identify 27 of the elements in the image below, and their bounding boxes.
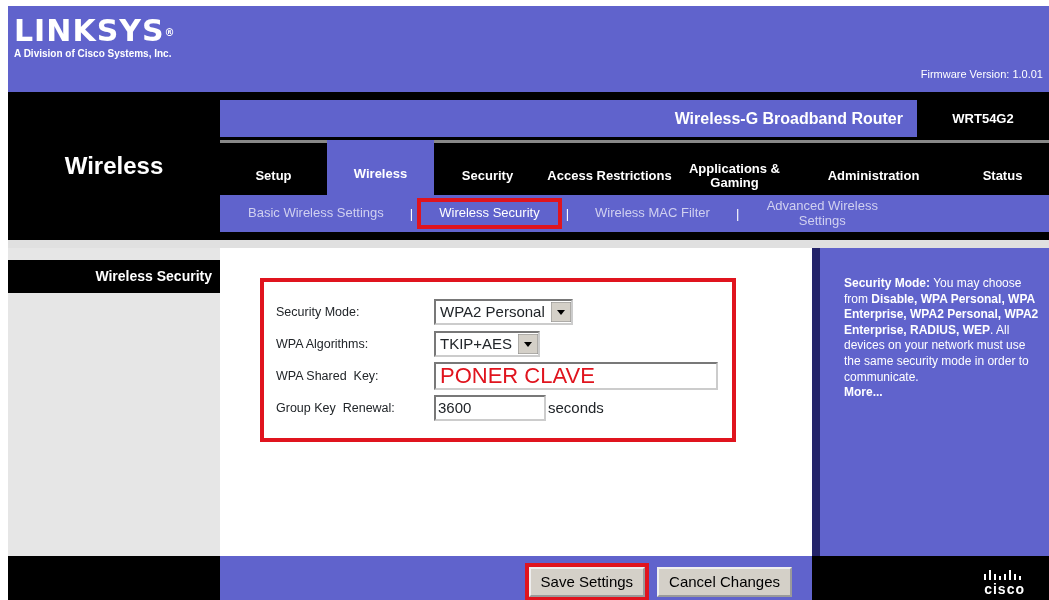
select-field[interactable]: WPA2 Personal	[434, 299, 573, 325]
section-title: Wireless	[63, 151, 165, 181]
unit-label: seconds	[548, 397, 604, 418]
firmware-version: Firmware Version: 1.0.01	[920, 66, 1043, 82]
renewal-input[interactable]: 3600	[434, 395, 546, 421]
linksys-logo: LINKSYS$^{®}$	[14, 16, 176, 46]
field-label: WPA Algorithms:	[276, 335, 370, 353]
tagline: A Division of Cisco Systems, Inc.	[14, 47, 173, 61]
help-text: Security Mode: You may choose from Disable, WPA Personal, WPA Enterprise, WPA2 Personal, WPA2 Enterprise, RADIUS, WEP. All devices on your network must use the same security mode in order to communicate.	[844, 276, 1039, 386]
dropdown-arrow-icon[interactable]	[550, 302, 571, 322]
field-label: Security Mode:	[276, 303, 361, 321]
cisco-logo: cisco	[984, 582, 1025, 596]
field-label: WPA Shared Key:	[276, 367, 380, 385]
separator: |	[735, 204, 740, 223]
dropdown-arrow-icon[interactable]	[518, 334, 539, 354]
more-link[interactable]: More...	[844, 385, 883, 400]
cancel-button[interactable]: Cancel Changes	[657, 566, 792, 598]
key-input[interactable]: PONER CLAVE	[434, 362, 718, 390]
product-name: Wireless-G Broadband Router	[674, 108, 904, 129]
sidebar-heading: Wireless Security	[8, 260, 220, 293]
separator: |	[409, 204, 414, 223]
nav-tab[interactable]: Wireless	[327, 140, 434, 195]
field-label: Group Key Renewal:	[276, 399, 396, 417]
select-field[interactable]: TKIP+AES	[434, 331, 541, 357]
model-label: WRT54G2	[917, 100, 1049, 137]
separator: |	[565, 204, 570, 223]
save-button[interactable]: Save Settings	[528, 566, 646, 598]
